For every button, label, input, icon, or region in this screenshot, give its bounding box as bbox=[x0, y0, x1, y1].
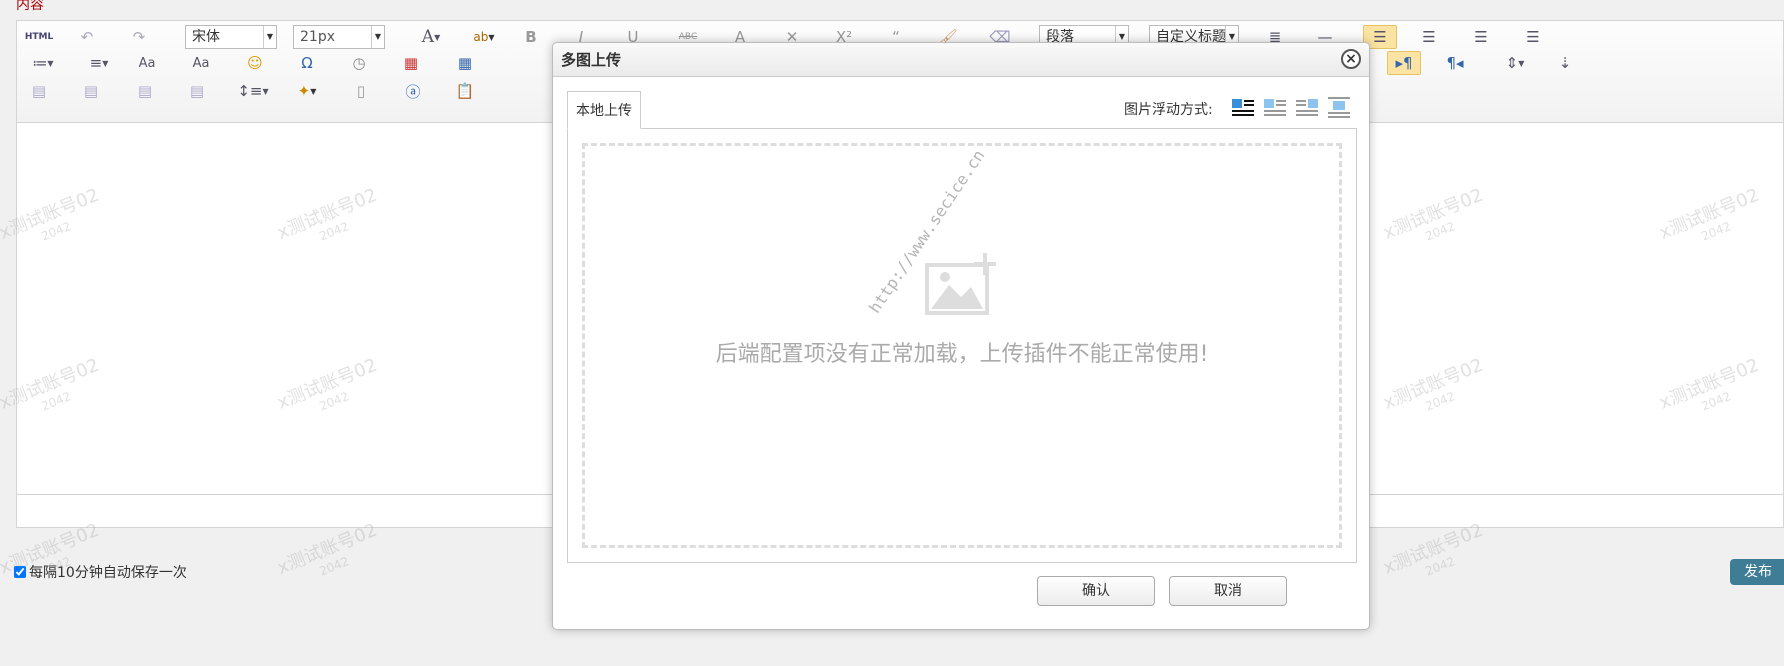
font-size-select[interactable]: 21px ▼ bbox=[293, 25, 385, 49]
image-center-icon[interactable]: ▤ bbox=[185, 79, 209, 103]
autosave-label: 每隔10分钟自动保存一次 bbox=[29, 565, 187, 581]
font-family-select[interactable]: 宋体 ▼ bbox=[185, 25, 277, 49]
watermark-line2: 2042 bbox=[1423, 554, 1457, 579]
close-icon[interactable]: × bbox=[1341, 49, 1361, 69]
float-left-icon[interactable] bbox=[1263, 96, 1287, 118]
image-left-icon[interactable]: ▤ bbox=[27, 79, 51, 103]
upload-dropzone[interactable]: 后端配置项没有正常加载，上传插件不能正常使用! http://www.secic… bbox=[582, 143, 1342, 548]
watermark: x测试账号02 2042 bbox=[0, 520, 108, 595]
image-float-options bbox=[1231, 96, 1351, 118]
cancel-button[interactable]: 取消 bbox=[1169, 576, 1287, 606]
multi-image-upload-dialog: 多图上传 × 本地上传 图片浮动方式: 后端配置项没有正常加载，上传插件不能正常… bbox=[552, 42, 1370, 630]
float-none-icon[interactable] bbox=[1231, 96, 1255, 118]
font-size-value: 21px bbox=[300, 29, 335, 45]
bold-icon[interactable]: B bbox=[521, 25, 541, 49]
autosave-option[interactable]: 每隔10分钟自动保存一次 bbox=[14, 562, 187, 582]
upload-panel: 后端配置项没有正常加载，上传插件不能正常使用! http://www.secic… bbox=[567, 128, 1357, 563]
upload-error-message: 后端配置项没有正常加载，上传插件不能正常使用! bbox=[715, 342, 1209, 367]
line-height-icon[interactable]: ↕≡ ▼ bbox=[237, 79, 269, 103]
date-icon[interactable]: ▦ bbox=[399, 51, 423, 75]
font-color-icon[interactable]: A ▼ bbox=[416, 25, 446, 49]
dialog-title-bar[interactable]: 多图上传 bbox=[553, 43, 1369, 77]
undo-icon[interactable]: ↶ bbox=[75, 25, 99, 49]
publish-button[interactable]: 发布 bbox=[1730, 559, 1784, 585]
highlight-color-icon[interactable]: ab ▼ bbox=[468, 25, 500, 49]
insert-table-icon[interactable]: ▦ bbox=[453, 51, 477, 75]
font-family-value: 宋体 bbox=[192, 29, 220, 45]
font-shrink-icon[interactable]: Aa bbox=[135, 51, 159, 75]
watermark-line1: x测试账号02 bbox=[274, 519, 381, 579]
ordered-list-icon[interactable]: ≔ ▼ bbox=[27, 51, 59, 75]
dialog-title: 多图上传 bbox=[561, 51, 622, 69]
align-center-icon[interactable]: ☰ bbox=[1469, 25, 1493, 49]
align-justify-icon[interactable]: ☰ bbox=[1521, 25, 1545, 49]
image-none-icon[interactable]: ▤ bbox=[133, 79, 157, 103]
content-field-label: 内容 bbox=[16, 0, 44, 13]
rtl-icon[interactable]: ¶◂ bbox=[1443, 51, 1467, 75]
emotion-icon[interactable]: ☺ bbox=[243, 51, 267, 75]
tab-local-upload[interactable]: 本地上传 bbox=[567, 91, 641, 129]
watermark-line2: 2042 bbox=[317, 554, 351, 579]
line-spacing-icon[interactable]: ⇕ ▼ bbox=[1499, 51, 1531, 75]
paste-text-icon[interactable]: 📋 bbox=[453, 79, 477, 103]
image-right-icon[interactable]: ▤ bbox=[79, 79, 103, 103]
special-char-icon[interactable]: Ω bbox=[295, 51, 319, 75]
font-grow-icon[interactable]: Aa bbox=[189, 51, 213, 75]
watermark: x测试账号02 2042 bbox=[274, 519, 386, 595]
time-icon[interactable]: ◷ bbox=[347, 51, 371, 75]
chevron-down-icon: ▼ bbox=[263, 26, 276, 48]
magic-wand-icon[interactable]: ✦ ▼ bbox=[291, 79, 323, 103]
autosave-checkbox[interactable] bbox=[14, 566, 26, 578]
page-icon[interactable]: ▯ bbox=[349, 79, 373, 103]
row-spacing-icon[interactable]: ⇣ bbox=[1553, 51, 1577, 75]
add-image-icon bbox=[925, 253, 996, 315]
redo-icon[interactable]: ↷ bbox=[127, 25, 151, 49]
image-float-label: 图片浮动方式: bbox=[1124, 102, 1213, 118]
unordered-list-icon[interactable]: ≡ ▼ bbox=[83, 51, 115, 75]
anchor-icon[interactable]: ⓐ bbox=[401, 79, 425, 103]
ltr-icon[interactable]: ▸¶ bbox=[1387, 51, 1421, 75]
html-source-button[interactable]: HTML bbox=[23, 25, 55, 49]
watermark-line1: x测试账号02 bbox=[1380, 519, 1487, 579]
watermark: x测试账号02 2042 bbox=[1380, 519, 1492, 595]
float-center-icon[interactable] bbox=[1327, 96, 1351, 118]
align-right-icon[interactable]: ☰ bbox=[1417, 25, 1441, 49]
chevron-down-icon: ▼ bbox=[371, 26, 384, 48]
confirm-button[interactable]: 确认 bbox=[1037, 576, 1155, 606]
float-right-icon[interactable] bbox=[1295, 96, 1319, 118]
